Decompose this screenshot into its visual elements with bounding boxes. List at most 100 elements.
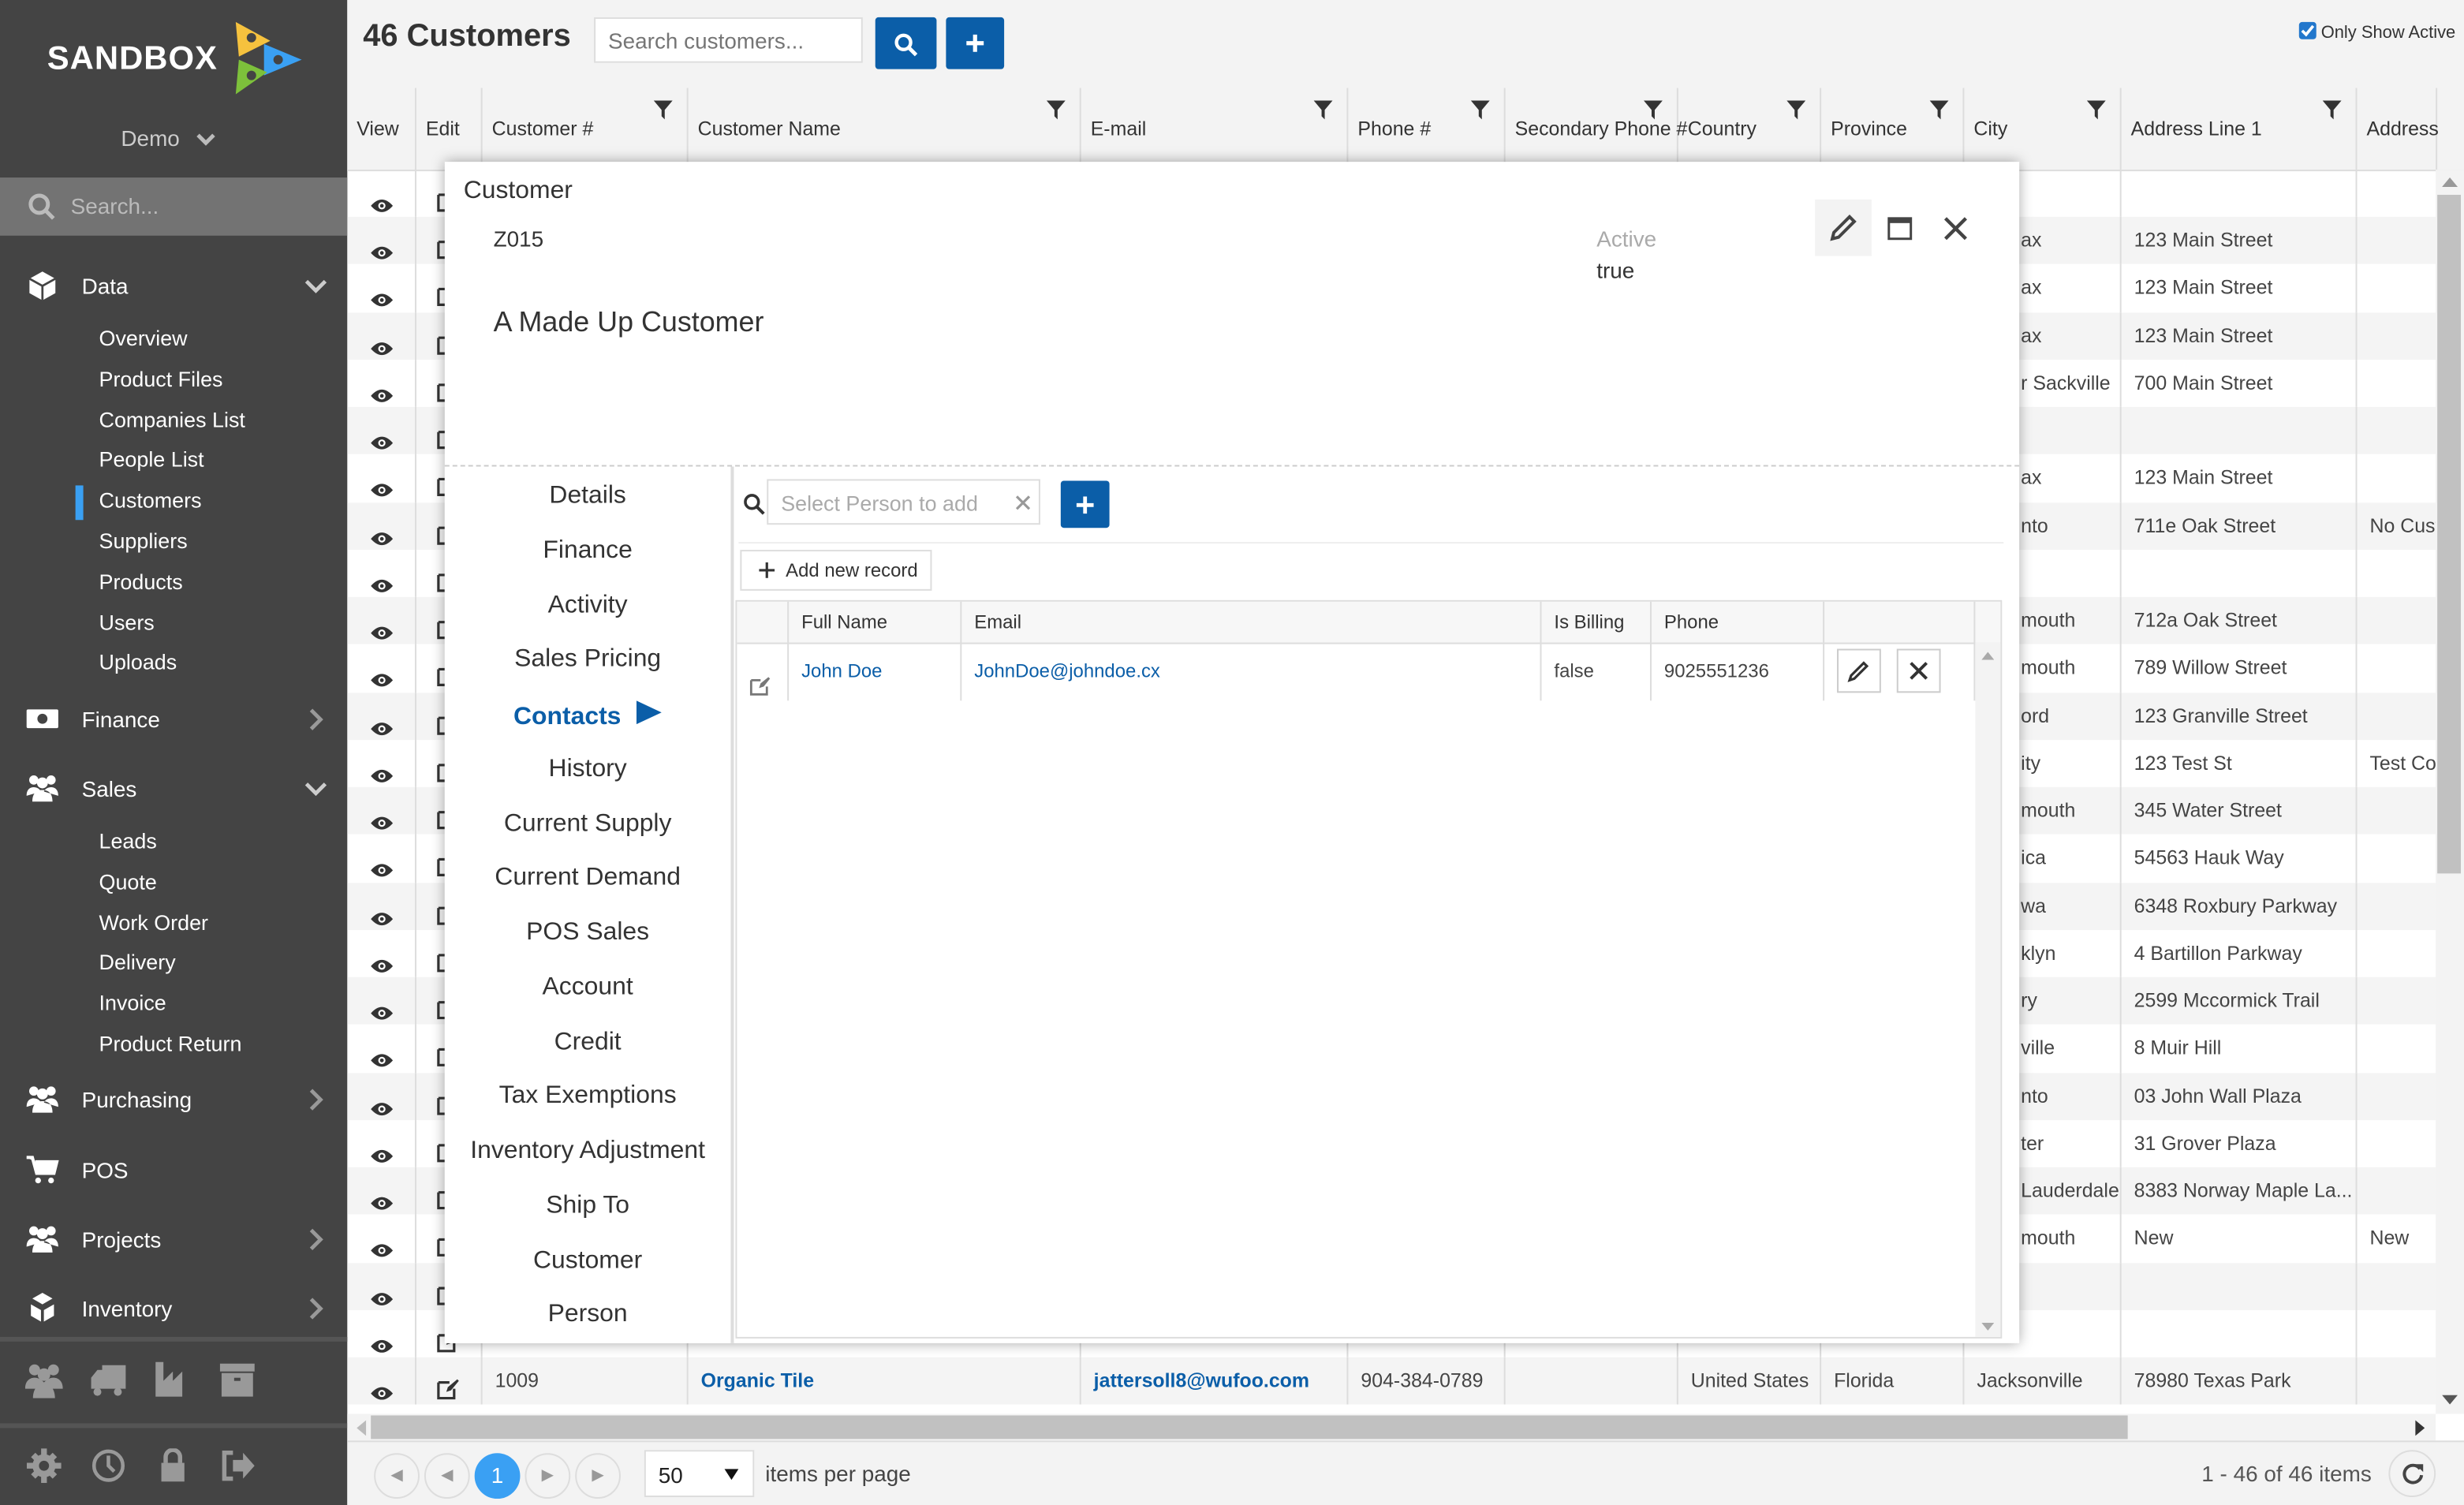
sidebar-item-suppliers[interactable]: Suppliers (99, 529, 188, 553)
eye-icon[interactable] (371, 1229, 394, 1262)
sidebar-section-finance[interactable]: Finance (0, 696, 347, 743)
tab-current-supply[interactable]: Current Supply (445, 810, 731, 838)
filter-icon[interactable] (1786, 100, 1806, 120)
eye-icon[interactable] (371, 1276, 394, 1309)
contacts-column-email[interactable]: Email (961, 601, 1542, 643)
eye-icon[interactable] (371, 564, 394, 597)
sidebar-item-companies-list[interactable]: Companies List (99, 408, 245, 431)
contact-email[interactable]: JohnDoe@johndoe.cx (961, 642, 1542, 701)
filter-icon[interactable] (1929, 100, 1949, 120)
vertical-scrollbar[interactable] (2436, 170, 2464, 1414)
people-icon[interactable] (24, 1361, 63, 1399)
tab-history[interactable]: History (445, 755, 731, 783)
add-customer-button[interactable] (946, 17, 1005, 69)
add-new-record-button[interactable]: Add new record (740, 550, 932, 591)
column-header-customer-[interactable]: Customer # (483, 88, 689, 170)
search-button[interactable] (875, 17, 937, 69)
tab-sales-pricing[interactable]: Sales Pricing (445, 646, 731, 674)
contacts-column-is-billing[interactable]: Is Billing (1541, 601, 1652, 643)
customer-search-input[interactable] (594, 17, 863, 63)
filter-icon[interactable] (1643, 100, 1663, 120)
sidebar-item-users[interactable]: Users (99, 611, 155, 634)
truck-icon[interactable] (90, 1361, 128, 1399)
sidebar-search[interactable]: Search... (0, 177, 348, 236)
sidebar-section-sales[interactable]: Sales (0, 765, 347, 812)
edit-contact-button[interactable] (1837, 648, 1881, 693)
table-row[interactable]: 1009 Organic Tile jattersoll8@wufoo.com 904… (347, 1357, 2436, 1406)
sidebar-section-projects[interactable]: Projects (0, 1216, 347, 1264)
filter-icon[interactable] (2086, 100, 2106, 120)
sidebar-section-inventory[interactable]: Inventory (0, 1285, 347, 1332)
eye-icon[interactable] (371, 469, 394, 502)
select-person-input[interactable]: Select Person to add (767, 479, 1040, 525)
delete-contact-button[interactable] (1896, 648, 1941, 693)
lock-icon[interactable] (155, 1448, 190, 1483)
column-header-address-line-1[interactable]: Address Line 1 (2122, 88, 2358, 170)
tab-details[interactable]: Details (445, 482, 731, 510)
add-person-button[interactable] (1060, 480, 1110, 528)
vertical-scroll-thumb[interactable] (2437, 194, 2462, 874)
prev-page-button[interactable]: ◀ (424, 1453, 470, 1499)
sidebar-item-quote[interactable]: Quote (99, 870, 157, 894)
refresh-button[interactable] (2388, 1450, 2436, 1498)
eye-icon[interactable] (371, 1324, 394, 1357)
maximize-icon[interactable] (1887, 217, 1913, 241)
eye-icon[interactable] (371, 278, 394, 312)
sidebar-section-pos[interactable]: POS (0, 1147, 347, 1194)
tab-inventory-adjustment[interactable]: Inventory Adjustment (445, 1137, 731, 1166)
eye-icon[interactable] (371, 1086, 394, 1119)
sidebar-item-uploads[interactable]: Uploads (99, 651, 177, 674)
edit-icon[interactable] (749, 661, 771, 719)
filter-icon[interactable] (1470, 100, 1490, 120)
gear-icon[interactable] (26, 1448, 62, 1484)
column-header-phone-[interactable]: Phone # (1348, 88, 1506, 170)
eye-icon[interactable] (371, 659, 394, 692)
factory-icon[interactable] (154, 1361, 192, 1399)
sidebar-item-overview[interactable]: Overview (99, 327, 188, 350)
tab-finance[interactable]: Finance (445, 537, 731, 566)
filter-icon[interactable] (1313, 100, 1333, 120)
contacts-column-full-name[interactable]: Full Name (789, 601, 962, 643)
tab-current-demand[interactable]: Current Demand (445, 865, 731, 893)
eye-icon[interactable] (371, 184, 394, 217)
horizontal-scrollbar[interactable] (347, 1414, 2436, 1441)
last-page-button[interactable]: ▶ (575, 1453, 621, 1499)
tab-customer[interactable]: Customer (445, 1246, 731, 1275)
column-header-edit[interactable]: Edit (416, 88, 483, 170)
first-page-button[interactable]: ◀ (374, 1453, 420, 1499)
column-header-view[interactable]: View (347, 88, 416, 170)
edit-button[interactable] (1815, 199, 1872, 256)
tab-tax-exemptions[interactable]: Tax Exemptions (445, 1083, 731, 1111)
sidebar-item-product-files[interactable]: Product Files (99, 368, 223, 391)
eye-icon[interactable] (371, 992, 394, 1025)
tab-credit[interactable]: Credit (445, 1029, 731, 1057)
sidebar-item-delivery[interactable]: Delivery (99, 951, 176, 975)
column-header-secondary-phone-[interactable]: Secondary Phone # (1506, 88, 1687, 170)
eye-icon[interactable] (371, 1039, 394, 1072)
tab-contacts[interactable]: Contacts (445, 700, 731, 732)
column-header-address[interactable]: Address (2358, 88, 2439, 170)
eye-icon[interactable] (371, 1372, 394, 1405)
filter-icon[interactable] (2322, 100, 2342, 120)
contact-full-name[interactable]: John Doe (789, 642, 962, 701)
column-header-province[interactable]: Province (1821, 88, 1965, 170)
sidebar-item-work-order[interactable]: Work Order (99, 910, 208, 934)
scroll-down-icon[interactable] (2442, 1395, 2458, 1405)
sidebar-item-products[interactable]: Products (99, 570, 183, 594)
horizontal-scroll-thumb[interactable] (371, 1415, 2128, 1440)
eye-icon[interactable] (371, 421, 394, 454)
sidebar-section-purchasing[interactable]: Purchasing (0, 1076, 347, 1123)
only-show-active-checkbox[interactable]: Only Show Active (2298, 21, 2455, 43)
eye-icon[interactable] (371, 374, 394, 407)
sidebar-section-data[interactable]: Data (0, 263, 347, 310)
tab-activity[interactable]: Activity (445, 592, 731, 620)
column-header-customer-name[interactable]: Customer Name (689, 88, 1081, 170)
archive-icon[interactable] (218, 1361, 256, 1399)
scroll-left-icon[interactable] (357, 1420, 367, 1436)
eye-icon[interactable] (371, 611, 394, 644)
sign-out-icon[interactable] (220, 1448, 255, 1483)
tab-ship-to[interactable]: Ship To (445, 1192, 731, 1220)
eye-icon[interactable] (371, 517, 394, 550)
tenant-selector[interactable]: Demo (121, 125, 215, 151)
scroll-right-icon[interactable] (2415, 1420, 2425, 1436)
